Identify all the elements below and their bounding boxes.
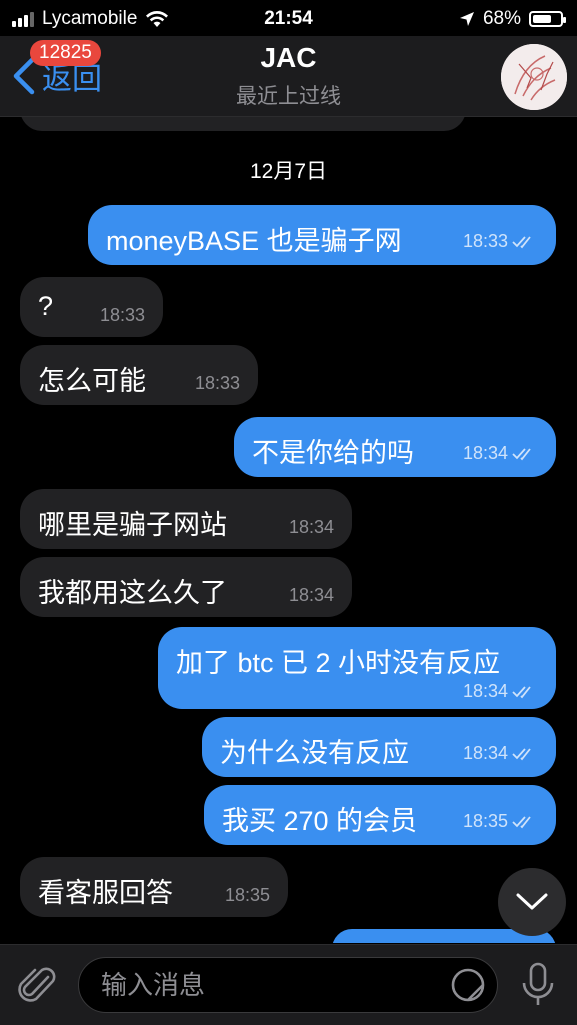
message-bubble-incoming[interactable]: 我都用这么久了 18:34 <box>20 557 352 617</box>
message-text: 看客服回答 <box>38 878 173 908</box>
message-time: 18:33 <box>99 305 145 325</box>
message-meta: 18:35 <box>225 885 270 906</box>
last-seen-status: 最近上过线 <box>236 85 341 108</box>
message-text: 加了 btc 已 2 小时没有反应 <box>176 648 501 678</box>
message-meta: 18:34 <box>463 443 538 464</box>
battery-percent: 68% <box>482 8 521 29</box>
double-check-icon <box>512 815 531 828</box>
message-text: 不是你给的吗 <box>252 438 414 468</box>
message-meta: 18:34 <box>289 585 334 606</box>
message-text: ? <box>38 291 54 321</box>
message-bubble-outgoing[interactable]: 加了 btc 已 2 小时没有反应 18:34 <box>158 627 556 709</box>
message-bubble-partial <box>20 117 466 131</box>
message-bubble-incoming[interactable]: 看客服回答 18:35 <box>20 857 288 917</box>
chat-header: 返回 12825 JAC 最近上过线 <box>0 36 577 117</box>
message-text: 哪里是骗子网站 <box>38 510 227 540</box>
message-time: 18:34 <box>288 585 334 605</box>
battery-icon <box>529 11 566 27</box>
message-list[interactable]: 12月7日 moneyBASE 也是骗子网 18:33 ? 18:33 怎么可能… <box>0 117 577 943</box>
double-check-icon <box>512 747 531 760</box>
chevron-down-icon <box>516 893 548 910</box>
sticker-icon[interactable] <box>450 967 486 1003</box>
message-meta: 18:33 <box>195 373 240 394</box>
message-bubble-incoming[interactable]: 哪里是骗子网站 18:34 <box>20 489 352 549</box>
double-check-icon <box>512 235 531 248</box>
message-time: 18:34 <box>462 743 508 763</box>
avatar[interactable] <box>501 44 567 110</box>
status-bar: Lycamobile 21:54 68% <box>0 0 577 36</box>
status-right: 68% <box>459 8 566 30</box>
paperclip-icon[interactable] <box>18 963 58 1007</box>
message-time: 18:34 <box>288 517 334 537</box>
message-meta: 18:33 <box>100 305 145 326</box>
scroll-to-bottom-button[interactable] <box>498 868 566 936</box>
message-text: 我买 270 的会员 <box>222 806 418 836</box>
message-input[interactable] <box>78 957 498 1013</box>
double-check-icon <box>512 685 531 698</box>
message-bubble-outgoing[interactable]: moneyBASE 也是骗子网 18:33 <box>88 205 556 265</box>
message-text: 我都用这么久了 <box>38 578 227 608</box>
message-bubble-incoming[interactable]: ? 18:33 <box>20 277 163 337</box>
chat-title[interactable]: JAC <box>0 42 577 74</box>
double-check-icon <box>512 447 531 460</box>
message-meta: 18:34 <box>463 743 538 764</box>
message-time: 18:34 <box>462 443 508 463</box>
message-bubble-outgoing[interactable]: 不是你给的吗 18:34 <box>234 417 556 477</box>
battery-level <box>533 15 551 23</box>
message-meta: 18:33 <box>463 231 538 252</box>
message-meta: 18:34 <box>289 517 334 538</box>
avatar-drawing <box>501 44 567 110</box>
location-arrow-icon <box>459 12 474 26</box>
message-time: 18:33 <box>462 231 508 251</box>
message-meta: 18:35 <box>463 811 538 832</box>
message-text: moneyBASE 也是骗子网 <box>106 226 402 256</box>
message-time: 18:35 <box>462 811 508 831</box>
message-text: 为什么没有反应 <box>220 738 409 768</box>
microphone-icon[interactable] <box>520 961 556 1009</box>
message-bubble-outgoing[interactable]: 我买 270 的会员 18:35 <box>204 785 556 845</box>
message-time: 18:34 <box>462 681 508 701</box>
message-bubble-incoming[interactable]: 怎么可能 18:33 <box>20 345 258 405</box>
message-text: 怎么可能 <box>38 366 146 396</box>
message-time: 18:33 <box>194 373 240 393</box>
message-bubble-outgoing[interactable]: 为什么没有反应 18:34 <box>202 717 556 777</box>
message-meta: 18:34 <box>463 681 538 702</box>
composer-bar <box>0 944 577 1025</box>
message-time: 18:35 <box>224 885 270 905</box>
date-separator: 12月7日 <box>249 160 328 183</box>
